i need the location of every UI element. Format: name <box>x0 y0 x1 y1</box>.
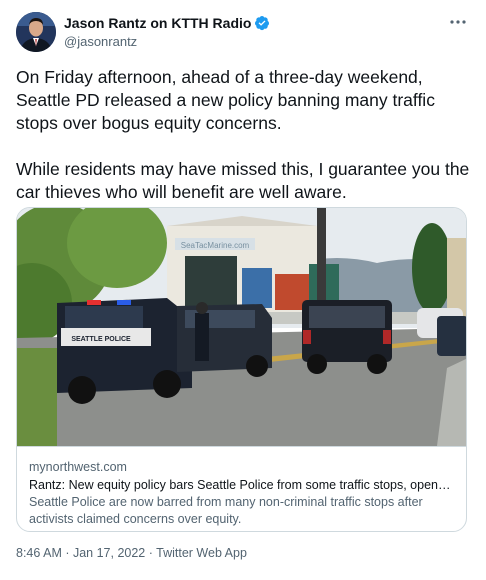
card-title: Rantz: New equity policy bars Seattle Po… <box>29 478 456 492</box>
card-image[interactable]: SeaTacMarine.com SEATTLE POLICE <box>17 208 466 446</box>
avatar[interactable] <box>16 12 56 52</box>
card-image-sign: SeaTacMarine.com <box>181 241 250 250</box>
verified-badge-icon <box>254 15 270 31</box>
card-domain: mynorthwest.com <box>29 460 127 474</box>
tweet-paragraph: While residents may have missed this, I … <box>16 159 470 202</box>
link-card[interactable]: SeaTacMarine.com SEATTLE POLICE mynorthw… <box>16 207 467 532</box>
card-body[interactable]: mynorthwest.com Rantz: New equity policy… <box>17 446 466 531</box>
tweet-header: Jason Rantz on KTTH Radio @jasonrantz <box>16 12 470 56</box>
display-name[interactable]: Jason Rantz on KTTH Radio <box>64 15 251 31</box>
author-info: Jason Rantz on KTTH Radio @jasonrantz <box>64 14 270 49</box>
tweet-timestamp[interactable]: 8:46 AM · Jan 17, 2022 · Twitter Web App <box>16 546 247 560</box>
display-name-row: Jason Rantz on KTTH Radio <box>64 14 270 32</box>
handle[interactable]: @jasonrantz <box>64 34 270 49</box>
police-car-label: SEATTLE POLICE <box>71 336 131 343</box>
card-description: Seattle Police are now barred from many … <box>29 495 423 526</box>
tweet: Jason Rantz on KTTH Radio @jasonrantz On… <box>0 0 486 580</box>
tweet-text: On Friday afternoon, ahead of a three-da… <box>16 66 470 204</box>
tweet-paragraph: On Friday afternoon, ahead of a three-da… <box>16 67 435 133</box>
more-options-icon[interactable] <box>446 12 470 32</box>
